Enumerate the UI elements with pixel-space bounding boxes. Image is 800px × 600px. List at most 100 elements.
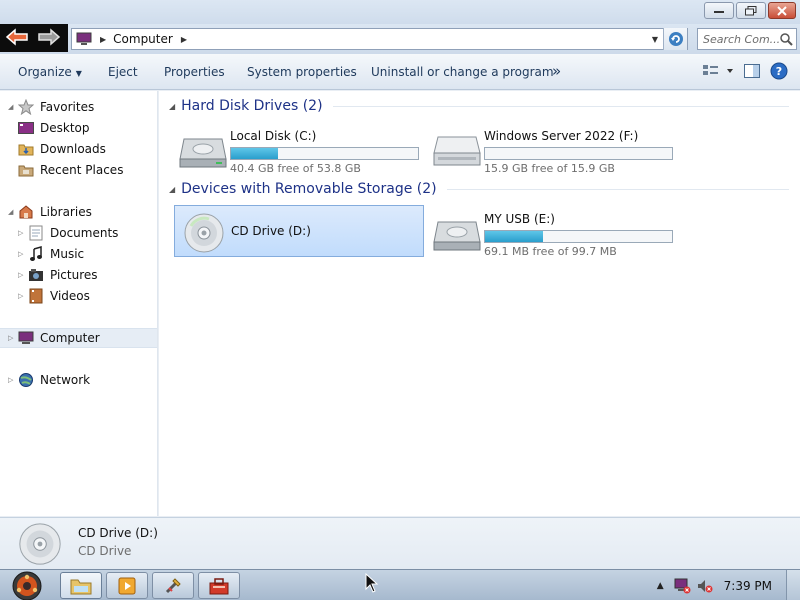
drive-item-f[interactable]: Windows Server 2022 (F:) 15.9 GB free of… xyxy=(428,123,678,175)
forward-arrow-icon xyxy=(38,27,61,46)
change-view-button[interactable] xyxy=(702,64,734,81)
search-icon[interactable] xyxy=(779,32,793,46)
expand-arrow-icon[interactable]: ▷ xyxy=(8,376,18,384)
sidebar-item-favorites[interactable]: ◢ Favorites xyxy=(0,97,157,117)
refresh-icon xyxy=(668,32,683,46)
refresh-button[interactable] xyxy=(663,28,687,50)
command-bar: Organize ▼ Eject Properties System proper… xyxy=(0,54,800,90)
sidebar-item-computer[interactable]: ▷ Computer xyxy=(0,328,157,348)
music-icon xyxy=(30,246,42,261)
group-header-removable-storage[interactable]: ◢ Devices with Removable Storage (2) xyxy=(169,179,789,199)
network-status-icon[interactable] xyxy=(674,578,692,594)
taskbar-media-player-button[interactable] xyxy=(106,572,148,599)
minimize-button[interactable] xyxy=(704,2,734,19)
sidebar-item-label: Pictures xyxy=(50,268,98,282)
content-pane: ◢ Hard Disk Drives (2) Local Disk (C:) 4… xyxy=(159,91,800,516)
chevron-down-icon: ▼ xyxy=(75,69,82,78)
taskbar-toolbox-button[interactable] xyxy=(198,572,240,599)
drive-item-e[interactable]: MY USB (E:) 69.1 MB free of 99.7 MB xyxy=(428,206,678,258)
start-button[interactable] xyxy=(9,571,45,600)
drive-name: Windows Server 2022 (F:) xyxy=(484,129,639,143)
back-arrow-icon xyxy=(5,27,28,46)
clock[interactable]: 7:39 PM xyxy=(724,579,772,593)
forward-button[interactable] xyxy=(36,27,62,50)
breadcrumb-separator-icon[interactable]: ▶ xyxy=(181,35,187,44)
sidebar-item-label: Recent Places xyxy=(40,163,124,177)
videos-icon xyxy=(29,288,43,304)
svg-text:?: ? xyxy=(776,65,782,78)
volume-muted-icon[interactable] xyxy=(696,578,714,594)
sidebar-item-desktop[interactable]: Desktop xyxy=(0,118,157,138)
close-button[interactable] xyxy=(768,2,796,19)
restore-button[interactable] xyxy=(736,2,766,19)
pictures-icon xyxy=(29,269,43,281)
cd-drive-icon xyxy=(184,213,224,253)
expand-arrow-icon[interactable]: ◢ xyxy=(8,208,18,216)
show-hidden-icons-button[interactable]: ▲ xyxy=(657,581,664,591)
usb-drive-icon xyxy=(433,221,481,251)
address-bar[interactable]: ▶ Computer ▶ ▼ xyxy=(71,28,688,50)
expand-arrow-icon[interactable]: ▷ xyxy=(8,334,18,342)
system-tray: ▲ 7:39 PM xyxy=(657,570,800,600)
hard-disk-icon xyxy=(179,138,227,168)
hard-disk-icon xyxy=(433,136,481,166)
network-icon xyxy=(19,373,33,387)
expand-arrow-icon[interactable]: ◢ xyxy=(8,103,18,111)
uninstall-program-button[interactable]: Uninstall or change a program xyxy=(371,65,554,79)
drive-item-c[interactable]: Local Disk (C:) 40.4 GB free of 53.8 GB xyxy=(174,123,424,175)
collapse-arrow-icon[interactable]: ◢ xyxy=(169,102,175,111)
sidebar-item-documents[interactable]: ▷ Documents xyxy=(0,223,157,243)
taskbar: ▲ 7:39 PM xyxy=(0,569,800,600)
mouse-cursor-icon xyxy=(365,573,379,593)
search-input[interactable] xyxy=(703,32,779,46)
window-controls xyxy=(704,2,796,19)
help-icon: ? xyxy=(770,62,788,80)
search-box xyxy=(697,28,797,50)
back-button[interactable] xyxy=(4,27,30,50)
more-commands-button[interactable]: » xyxy=(552,62,561,80)
minimize-icon xyxy=(714,10,724,13)
system-properties-button[interactable]: System properties xyxy=(247,65,357,79)
sidebar-item-label: Favorites xyxy=(40,100,95,114)
group-header-hard-disk-drives[interactable]: ◢ Hard Disk Drives (2) xyxy=(169,96,789,116)
sidebar-item-videos[interactable]: ▷ Videos xyxy=(0,286,157,306)
preview-pane-button[interactable] xyxy=(744,64,760,81)
taskbar-explorer-button[interactable] xyxy=(60,572,102,599)
organize-button[interactable]: Organize ▼ xyxy=(18,65,82,79)
drive-name: Local Disk (C:) xyxy=(230,129,317,143)
expand-arrow-icon[interactable]: ▷ xyxy=(18,229,28,237)
taskbar-tool-button[interactable] xyxy=(152,572,194,599)
sidebar-item-pictures[interactable]: ▷ Pictures xyxy=(0,265,157,285)
properties-button[interactable]: Properties xyxy=(164,65,225,79)
sidebar-item-label: Network xyxy=(40,373,91,387)
breadcrumb-computer[interactable]: Computer xyxy=(113,32,173,46)
group-title: Devices with Removable Storage (2) xyxy=(181,181,437,197)
breadcrumb-separator-icon[interactable]: ▶ xyxy=(100,35,106,44)
nav-buttons xyxy=(0,24,68,52)
collapse-arrow-icon[interactable]: ◢ xyxy=(169,185,175,194)
sidebar-item-libraries[interactable]: ◢ Libraries xyxy=(0,202,157,222)
preview-pane-icon xyxy=(744,64,760,78)
eject-button[interactable]: Eject xyxy=(108,65,138,79)
recent-places-icon xyxy=(18,165,34,177)
sidebar-item-music[interactable]: ▷ Music xyxy=(0,244,157,264)
view-controls: ? xyxy=(702,62,788,83)
sidebar-item-network[interactable]: ▷ Network xyxy=(0,370,157,390)
address-dropdown-icon[interactable]: ▼ xyxy=(652,35,658,44)
details-pane: CD Drive (D:) CD Drive xyxy=(0,517,800,569)
details-subtitle: CD Drive xyxy=(78,544,132,558)
help-button[interactable]: ? xyxy=(770,62,788,83)
details-title: CD Drive (D:) xyxy=(78,526,158,540)
expand-arrow-icon[interactable]: ▷ xyxy=(18,271,28,279)
drive-item-d[interactable]: CD Drive (D:) xyxy=(174,205,424,257)
expand-arrow-icon[interactable]: ▷ xyxy=(18,292,28,300)
group-divider xyxy=(446,188,789,190)
show-desktop-button[interactable] xyxy=(786,570,800,600)
sidebar-item-downloads[interactable]: Downloads xyxy=(0,139,157,159)
drive-usage-fill xyxy=(485,231,543,242)
sidebar-item-recent-places[interactable]: Recent Places xyxy=(0,160,157,180)
expand-arrow-icon[interactable]: ▷ xyxy=(18,250,28,258)
downloads-folder-icon xyxy=(18,144,34,156)
sidebar-item-label: Computer xyxy=(40,331,100,345)
group-title: Hard Disk Drives (2) xyxy=(181,98,323,114)
